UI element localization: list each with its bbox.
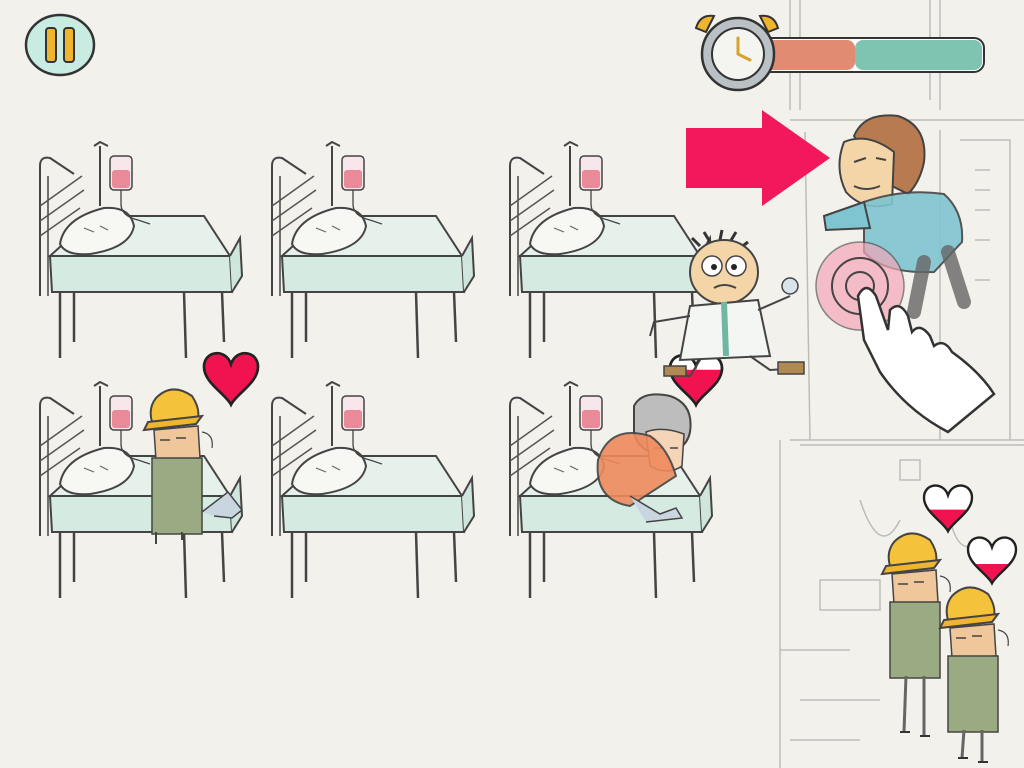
bed-4[interactable] <box>38 380 244 600</box>
pause-button[interactable] <box>22 12 98 78</box>
timer-bar <box>749 37 985 73</box>
game-scene[interactable] <box>0 0 1024 768</box>
bed-3[interactable] <box>508 140 714 360</box>
alarm-clock-icon <box>694 14 780 92</box>
bed-1[interactable] <box>38 140 244 360</box>
waiting-patient-1[interactable] <box>881 532 952 737</box>
heart-icon <box>202 351 260 406</box>
pause-icon <box>24 13 96 77</box>
heart-icon <box>668 354 724 407</box>
heart-icon <box>966 536 1018 585</box>
hand-tap-icon <box>856 286 996 434</box>
heart-icon <box>922 484 974 533</box>
timer-remaining <box>855 40 982 70</box>
timer <box>686 8 990 92</box>
waiting-patient-2[interactable] <box>939 586 1010 763</box>
bed-5[interactable] <box>270 380 476 600</box>
arrow-right-icon <box>686 110 830 206</box>
bed-2[interactable] <box>270 140 476 360</box>
